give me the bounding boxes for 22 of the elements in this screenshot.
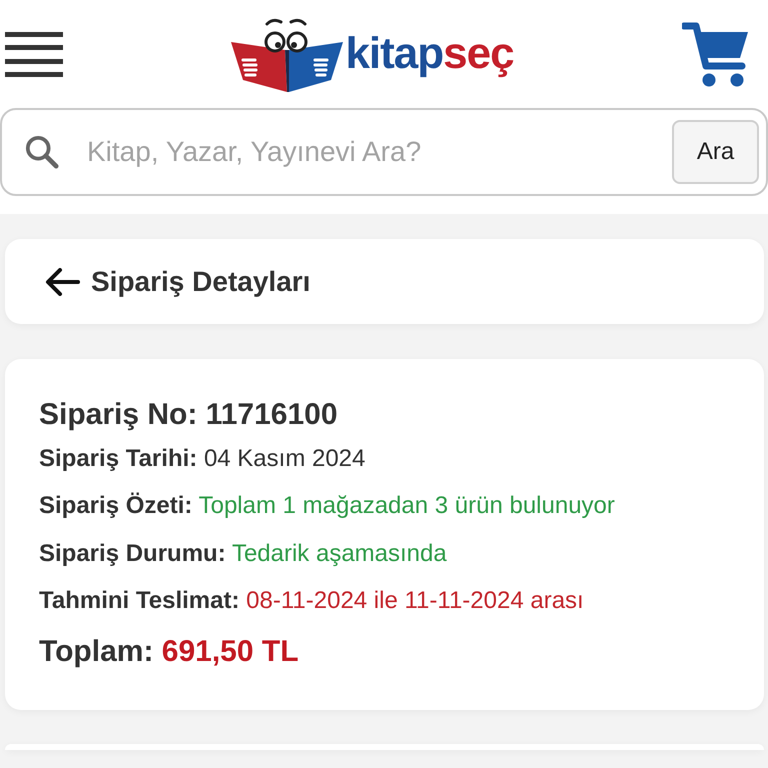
field-value: Toplam 1 mağazadan 3 ürün bulunuyor [198, 492, 615, 520]
cart-icon[interactable] [682, 20, 750, 88]
field-label: Tahmini Teslimat: [39, 586, 240, 614]
logo-wordmark: kitapseç [345, 32, 514, 76]
order-number-value: 11716100 [206, 398, 338, 431]
field-value: 08-11-2024 ile 11-11-2024 arası [246, 586, 584, 614]
menu-icon[interactable] [5, 32, 63, 76]
field-value: 04 Kasım 2024 [204, 445, 366, 472]
search-icon [25, 135, 59, 169]
field-label: Sipariş Özeti: [39, 492, 192, 520]
back-arrow-icon[interactable] [45, 268, 80, 296]
page-title: Sipariş Detayları [91, 264, 310, 299]
site-logo[interactable]: kitapseç [231, 16, 514, 92]
search-button[interactable]: Ara [672, 120, 759, 184]
book-mascot-icon [231, 16, 344, 92]
field-label: Sipariş Durumu: [39, 540, 226, 567]
order-number-label: Sipariş No: [39, 398, 198, 431]
total-label: Toplam: [39, 635, 154, 668]
total-value: 691,50 TL [162, 635, 299, 668]
field-value: Tedarik aşamasında [232, 540, 447, 567]
field-label: Sipariş Tarihi: [39, 445, 198, 472]
search-field[interactable]: Kitap, Yazar, Yayınevi Ara? Ara [0, 108, 768, 196]
